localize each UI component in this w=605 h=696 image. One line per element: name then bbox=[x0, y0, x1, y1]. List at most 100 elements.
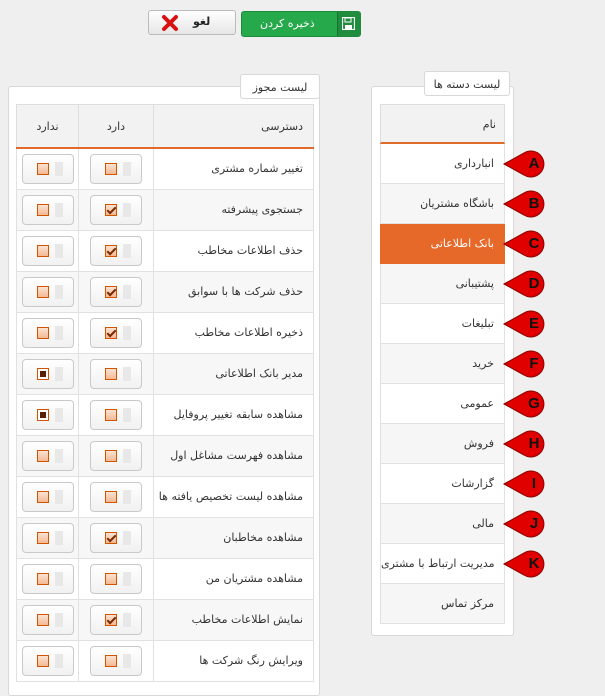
has-checkbox[interactable] bbox=[90, 194, 142, 225]
permission-row: جستجوی پیشرفته bbox=[16, 188, 314, 231]
floppy-disk-icon bbox=[337, 12, 360, 36]
column-header-access: دسترسی bbox=[153, 104, 314, 149]
has-checkbox[interactable] bbox=[90, 604, 142, 635]
callout-marker: E bbox=[502, 310, 554, 338]
checkbox-track bbox=[54, 448, 63, 463]
hasnot-checkbox[interactable] bbox=[21, 153, 74, 184]
permission-row: مدیر بانک اطلاعاتی bbox=[16, 352, 314, 395]
permission-row: ویرایش رنگ شرکت ها bbox=[16, 639, 314, 682]
category-item[interactable]: مدیریت ارتباط با مشتری bbox=[380, 544, 505, 584]
checkbox-track bbox=[123, 448, 131, 463]
permission-name: مدیر بانک اطلاعاتی bbox=[153, 352, 314, 395]
cell-hasnot bbox=[16, 393, 79, 436]
callout-marker: K bbox=[502, 550, 554, 578]
checkbox-track bbox=[123, 325, 131, 340]
hasnot-checkbox[interactable] bbox=[21, 481, 74, 512]
callout-letter: I bbox=[531, 475, 537, 492]
hasnot-checkbox[interactable] bbox=[21, 604, 74, 635]
has-checkbox[interactable] bbox=[90, 522, 142, 553]
permission-row: مشاهده فهرست مشاغل اول bbox=[16, 434, 314, 477]
cell-has bbox=[78, 598, 154, 641]
callout-marker: G bbox=[502, 390, 554, 418]
permissions-panel-title: لیست مجوز ها bbox=[240, 74, 320, 119]
categories-panel-title: لیست دسته ها bbox=[424, 71, 510, 96]
cell-has bbox=[78, 639, 154, 682]
category-item[interactable]: فروش bbox=[380, 424, 505, 464]
permission-row: ذخیره اطلاعات مخاطب bbox=[16, 311, 314, 354]
category-item[interactable]: تبلیغات bbox=[380, 304, 505, 344]
save-button[interactable]: ذخیره کردن bbox=[241, 11, 361, 37]
callout-marker: J bbox=[502, 510, 554, 538]
cell-has bbox=[78, 516, 154, 559]
category-item[interactable]: انبارداری bbox=[380, 144, 505, 184]
hasnot-checkbox[interactable] bbox=[21, 399, 74, 430]
checkbox-track bbox=[54, 366, 63, 381]
checkbox-square bbox=[36, 654, 49, 667]
has-checkbox[interactable] bbox=[90, 153, 142, 184]
checkbox-track bbox=[54, 571, 63, 586]
hasnot-checkbox[interactable] bbox=[21, 563, 74, 594]
hasnot-checkbox[interactable] bbox=[21, 522, 74, 553]
cell-has bbox=[78, 475, 154, 518]
callout-letter: C bbox=[528, 235, 540, 252]
callout-marker: C bbox=[502, 230, 554, 258]
hasnot-checkbox[interactable] bbox=[21, 235, 74, 266]
checkbox-track bbox=[54, 325, 63, 340]
checkbox-track bbox=[123, 530, 131, 545]
permission-name: نمایش اطلاعات مخاطب bbox=[153, 598, 314, 641]
checkbox-square bbox=[105, 367, 117, 380]
hasnot-checkbox[interactable] bbox=[21, 194, 74, 225]
hasnot-checkbox[interactable] bbox=[21, 358, 74, 389]
close-icon bbox=[162, 15, 178, 31]
hasnot-checkbox[interactable] bbox=[21, 317, 74, 348]
checkbox-square bbox=[105, 654, 117, 667]
checkbox-square bbox=[105, 490, 117, 503]
has-checkbox[interactable] bbox=[90, 317, 142, 348]
checkbox-square bbox=[36, 408, 49, 421]
has-checkbox[interactable] bbox=[90, 276, 142, 307]
category-item[interactable]: عمومی bbox=[380, 384, 505, 424]
hasnot-checkbox[interactable] bbox=[21, 440, 74, 471]
has-checkbox[interactable] bbox=[90, 235, 142, 266]
cell-hasnot bbox=[16, 270, 79, 313]
permission-name: تغییر شماره مشتری bbox=[153, 147, 314, 190]
cell-has bbox=[78, 147, 154, 190]
checkbox-square bbox=[36, 367, 49, 380]
has-checkbox[interactable] bbox=[90, 481, 142, 512]
has-checkbox[interactable] bbox=[90, 440, 142, 471]
category-item[interactable]: بانک اطلاعاتی bbox=[380, 224, 505, 264]
hasnot-checkbox[interactable] bbox=[21, 645, 74, 676]
checkbox-square bbox=[36, 613, 49, 626]
category-item[interactable]: پشتیبانی bbox=[380, 264, 505, 304]
cell-hasnot bbox=[16, 598, 79, 641]
category-item[interactable]: گزارشات bbox=[380, 464, 505, 504]
callout-letter: H bbox=[528, 435, 540, 452]
permissions-table: ندارد دارد دسترسی تغییر شماره مشتری جستجو… bbox=[16, 104, 314, 682]
has-checkbox[interactable] bbox=[90, 399, 142, 430]
checkbox-track bbox=[54, 407, 63, 422]
permission-row: مشاهده سابقه تغییر پروفایل bbox=[16, 393, 314, 436]
permission-row: مشاهده مخاطبان bbox=[16, 516, 314, 559]
has-checkbox[interactable] bbox=[90, 563, 142, 594]
checkbox-track bbox=[123, 489, 131, 504]
checkbox-track bbox=[54, 530, 63, 545]
checkbox-track bbox=[123, 571, 131, 586]
checkbox-track bbox=[54, 202, 63, 217]
permission-row: مشاهده لیست تخصیص یافته ها bbox=[16, 475, 314, 518]
category-item[interactable]: مرکز تماس bbox=[380, 584, 505, 624]
callout-letter: A bbox=[528, 155, 540, 172]
category-item[interactable]: مالی bbox=[380, 504, 505, 544]
category-item[interactable]: خرید bbox=[380, 344, 505, 384]
checkbox-track bbox=[54, 161, 63, 176]
cell-has bbox=[78, 188, 154, 231]
has-checkbox[interactable] bbox=[90, 645, 142, 676]
category-item[interactable]: باشگاه مشتریان bbox=[380, 184, 505, 224]
has-checkbox[interactable] bbox=[90, 358, 142, 389]
checkbox-track bbox=[123, 407, 131, 422]
hasnot-checkbox[interactable] bbox=[21, 276, 74, 307]
callout-letter: F bbox=[529, 355, 539, 372]
callout-letter: K bbox=[528, 555, 540, 572]
permission-name: ذخیره اطلاعات مخاطب bbox=[153, 311, 314, 354]
cancel-button[interactable]: لغو bbox=[148, 10, 236, 35]
cell-has bbox=[78, 352, 154, 395]
